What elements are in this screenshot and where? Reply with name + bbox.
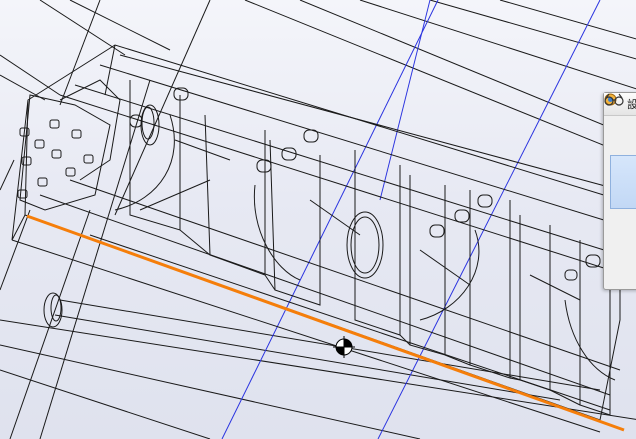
model-wireframe	[0, 0, 636, 439]
graphics-viewport[interactable]: 設	[0, 0, 636, 439]
panel-title: 設	[627, 98, 636, 111]
selected-edge[interactable]	[26, 214, 625, 432]
background-wire-lines	[0, 0, 636, 439]
feature-manager-panel[interactable]: 設	[603, 92, 636, 290]
box-outline	[11, 44, 621, 433]
origin-marker-icon	[333, 336, 355, 358]
panel-selection-list[interactable]	[610, 155, 636, 209]
end-plate	[17, 79, 121, 211]
sketch-lines	[221, 0, 601, 439]
glasses-icon[interactable]	[604, 93, 626, 107]
